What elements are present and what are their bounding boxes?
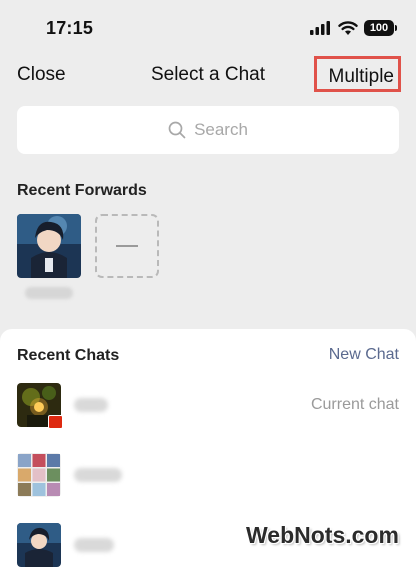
chat-name-redacted <box>74 398 108 412</box>
chat-name-redacted <box>74 468 122 482</box>
recent-forward-avatar[interactable] <box>17 214 81 278</box>
recent-forward-name-redacted <box>25 287 73 299</box>
search-icon <box>168 121 186 139</box>
recent-forwards-title: Recent Forwards <box>17 182 147 199</box>
new-chat-button[interactable]: New Chat <box>329 346 399 364</box>
group-chat-avatar <box>17 453 61 497</box>
navigation-bar: Close Select a Chat Multiple <box>0 56 416 94</box>
wifi-icon <box>338 20 358 35</box>
add-more-placeholder[interactable] <box>95 214 159 278</box>
chat-row[interactable]: Current chat <box>0 371 416 441</box>
multiple-button[interactable]: Multiple <box>313 56 401 92</box>
chat-avatar <box>17 523 61 567</box>
flag-badge-icon <box>48 415 63 429</box>
signal-icon <box>310 21 330 35</box>
close-button[interactable]: Close <box>17 64 66 86</box>
chat-row[interactable] <box>0 441 416 511</box>
watermark: WebNots.com <box>246 522 399 548</box>
battery-icon: 100 <box>364 20 397 36</box>
chat-name-redacted <box>74 538 114 552</box>
search-input[interactable]: Search <box>17 106 399 154</box>
search-placeholder: Search <box>194 120 248 139</box>
status-bar: 17:15 100 <box>0 0 416 56</box>
recent-chats-title: Recent Chats <box>17 347 120 364</box>
status-icons: 100 <box>310 19 397 37</box>
status-time: 17:15 <box>46 18 94 38</box>
current-chat-label: Current chat <box>310 396 399 413</box>
page-title: Select a Chat <box>150 64 266 85</box>
